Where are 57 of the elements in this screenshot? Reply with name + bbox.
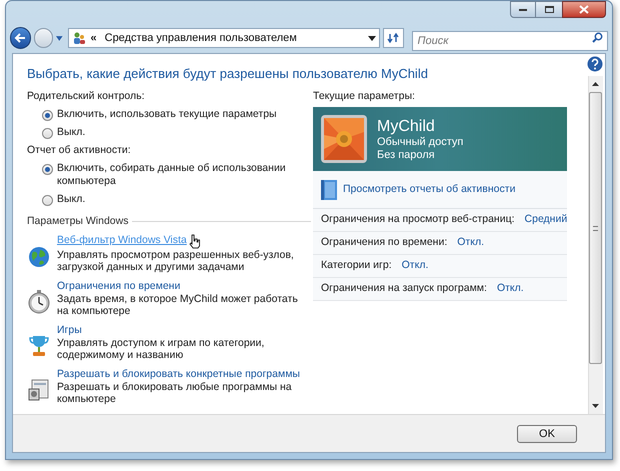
scroll-down-arrow-icon[interactable] <box>592 404 599 408</box>
restriction-value[interactable]: Откл. <box>402 258 428 274</box>
address-bar[interactable]: « Средства управления пользователем <box>68 28 380 48</box>
refresh-arrows-icon <box>387 32 400 44</box>
account-type: Обычный доступ <box>377 136 464 148</box>
group-label: Родительский контроль: <box>27 90 146 103</box>
setting-description: Управлять просмотром разрешенных веб-узлов, загрузкой данных и другими задачами <box>57 249 295 273</box>
restriction-value[interactable]: Средний <box>524 212 568 228</box>
close-button[interactable] <box>562 1 606 18</box>
radio-button[interactable] <box>42 128 53 139</box>
scrollbar[interactable] <box>588 76 602 414</box>
close-icon <box>579 5 589 14</box>
maximize-button[interactable] <box>536 1 562 18</box>
section-title: Параметры Windows <box>27 215 128 228</box>
search-field[interactable]: Поиск <box>412 31 608 51</box>
restriction-label: Ограничения на запуск программ: <box>321 281 487 296</box>
page-heading: Выбрать, какие действия будут разрешены пользователю MyChild <box>27 66 429 82</box>
radio-button[interactable] <box>42 110 53 121</box>
restriction-label: Ограничения по времени: <box>321 235 448 250</box>
option-label[interactable]: Включить, использовать текущие параметры <box>57 108 302 121</box>
ok-button[interactable]: OK <box>517 424 577 442</box>
setting-link[interactable]: Ограничения по времени <box>57 280 180 293</box>
restriction-label: Категории игр: <box>321 258 392 274</box>
restriction-value[interactable]: Откл. <box>457 235 484 251</box>
search-icon[interactable] <box>592 32 603 43</box>
restriction-value[interactable]: Откл. <box>496 281 524 297</box>
radio-button[interactable] <box>42 195 53 206</box>
radio-button[interactable] <box>42 164 53 175</box>
scroll-up-arrow-icon[interactable] <box>592 82 599 86</box>
report-book-icon <box>321 180 337 200</box>
stopwatch-icon <box>28 290 50 314</box>
option-label[interactable]: Выкл. <box>57 126 302 139</box>
address-text: Средства управления пользователем <box>104 30 298 46</box>
setting-description: Разрешать и блокировать любые программы на компьютере <box>57 381 293 405</box>
restriction-label: Ограничения на просмотр веб-страниц: <box>321 212 515 228</box>
refresh-button[interactable] <box>382 28 404 48</box>
back-arrow-icon <box>14 33 26 43</box>
user-name: MyChild <box>377 116 436 136</box>
dropdown-icon[interactable] <box>368 36 376 40</box>
back-button[interactable] <box>10 27 31 49</box>
hand-cursor-icon <box>188 234 200 249</box>
setting-link[interactable]: Игры <box>57 324 82 337</box>
group-label: Отчет об активности: <box>27 144 132 157</box>
trophy-icon <box>29 334 49 358</box>
setting-description: Задать время, в которое MyChild может работать на компьютере <box>57 293 299 317</box>
minimize-button[interactable] <box>510 1 536 18</box>
breadcrumb-marker[interactable]: « <box>90 30 97 46</box>
program-window-icon <box>28 378 50 400</box>
users-icon <box>72 31 86 45</box>
setting-description: Управлять доступом к играм по категории, содержимому и названию <box>57 337 266 361</box>
section-title: Текущие параметры: <box>313 90 416 103</box>
option-label[interactable]: Включить, собирать данные об использовании компьютера <box>57 162 302 188</box>
password-status: Без пароля <box>377 148 436 162</box>
globe-icon <box>28 246 50 268</box>
help-icon[interactable] <box>587 56 603 72</box>
setting-link[interactable]: Разрешать и блокировать конкретные программы <box>57 368 300 381</box>
option-label[interactable]: Выкл. <box>57 193 302 206</box>
